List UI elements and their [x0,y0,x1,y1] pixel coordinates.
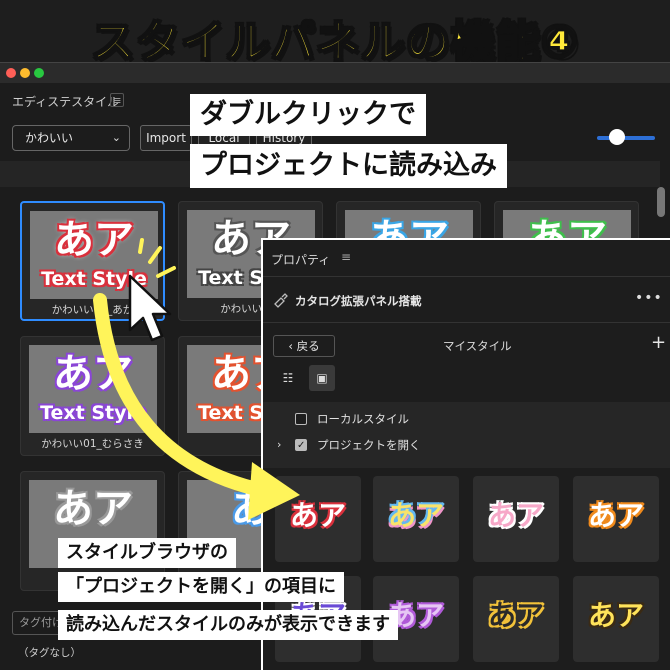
properties-title: プロパティ [271,253,331,267]
callout-open-project-item: 「プロジェクトを開く」の項目に [58,572,344,602]
style-card[interactable]: あア Text Style かわいい01_むらさき [20,336,165,456]
style-name: かわいい01_むらさき [41,438,144,450]
chevron-right-icon[interactable]: › [277,434,281,456]
more-options-icon[interactable]: ••• [635,290,663,306]
category-select-value: かわいい [25,131,74,145]
style-tile[interactable]: あア [473,576,559,662]
brush-icon [273,292,289,312]
thumb-text: Text Style [40,402,146,424]
add-style-button[interactable]: + [651,332,666,353]
window-titlebar [0,63,670,83]
callout-loaded-only: 読み込んだスタイルのみが表示できます [58,610,398,640]
callout-browser: スタイルブラウザの [58,538,236,568]
title-banner: スタイルパネルの機能④ [0,0,670,69]
callout-double-click: ダブルクリックで [190,94,426,136]
chevron-down-icon: ⌄ [111,131,121,144]
checkbox[interactable] [295,413,307,425]
source-list: ローカルスタイル › プロジェクトを開く [263,402,670,468]
callout-load-project: プロジェクトに読み込み [190,144,507,188]
list-item-open-project[interactable]: › プロジェクトを開く [263,434,670,457]
list-view-icon[interactable]: ☷ [275,365,301,391]
style-thumbnail: あア Text Style [30,211,158,299]
properties-menu-icon[interactable]: ≡ [341,250,351,264]
thumbnail-size-slider[interactable] [597,136,655,140]
catalog-header: カタログ拡張パネル搭載 [295,294,422,308]
divider [263,322,670,323]
close-window-button[interactable] [6,68,16,78]
no-tag-label: （タグなし） [18,647,81,659]
thumb-kana: あア [53,351,133,397]
style-tile[interactable]: あア [573,476,659,562]
style-tile[interactable]: あア [275,476,361,562]
back-button[interactable]: ‹ 戻る [273,335,335,357]
tile-text: あア [587,599,644,632]
scrollbar[interactable] [657,187,665,217]
checkbox[interactable] [295,435,307,457]
tile-text: あア [387,499,444,532]
style-thumbnail: あア Text Style [29,345,157,433]
tile-text: あア [487,599,544,632]
style-tile[interactable]: あア [473,476,559,562]
category-select[interactable]: かわいい ⌄ [12,125,130,151]
style-name: かわいい01_あか [51,304,134,316]
row-label: ローカルスタイル [317,412,409,426]
row-label: プロジェクトを開く [317,438,421,452]
tile-text: あア [289,499,346,532]
tile-text: あア [587,499,644,532]
thumb-kana: あア [53,486,133,532]
list-item-local-styles[interactable]: ローカルスタイル [263,408,670,430]
panel-menu-icon[interactable]: ≡ [110,93,124,107]
style-tile[interactable]: あア [373,476,459,562]
properties-panel: プロパティ ≡ カタログ拡張パネル搭載 ••• ‹ 戻る マイスタイル + ☷ … [261,238,670,670]
slider-handle[interactable] [609,129,625,145]
style-tile[interactable]: あア [573,576,659,662]
thumb-kana: あア [54,217,134,263]
banner-title: スタイルパネルの機能④ [90,16,580,69]
minimize-window-button[interactable] [20,68,30,78]
zoom-window-button[interactable] [34,68,44,78]
style-card[interactable]: あア Text Style かわいい01_あか [20,201,165,321]
grid-view-icon[interactable]: ▣ [309,365,335,391]
thumb-text: Text Style [41,268,147,290]
tile-text: あア [487,499,544,532]
tab-import[interactable]: Import [140,125,192,151]
panel-title: エディステスタイル [12,95,120,109]
my-style-label: マイスタイル [443,339,512,353]
divider [263,276,670,277]
